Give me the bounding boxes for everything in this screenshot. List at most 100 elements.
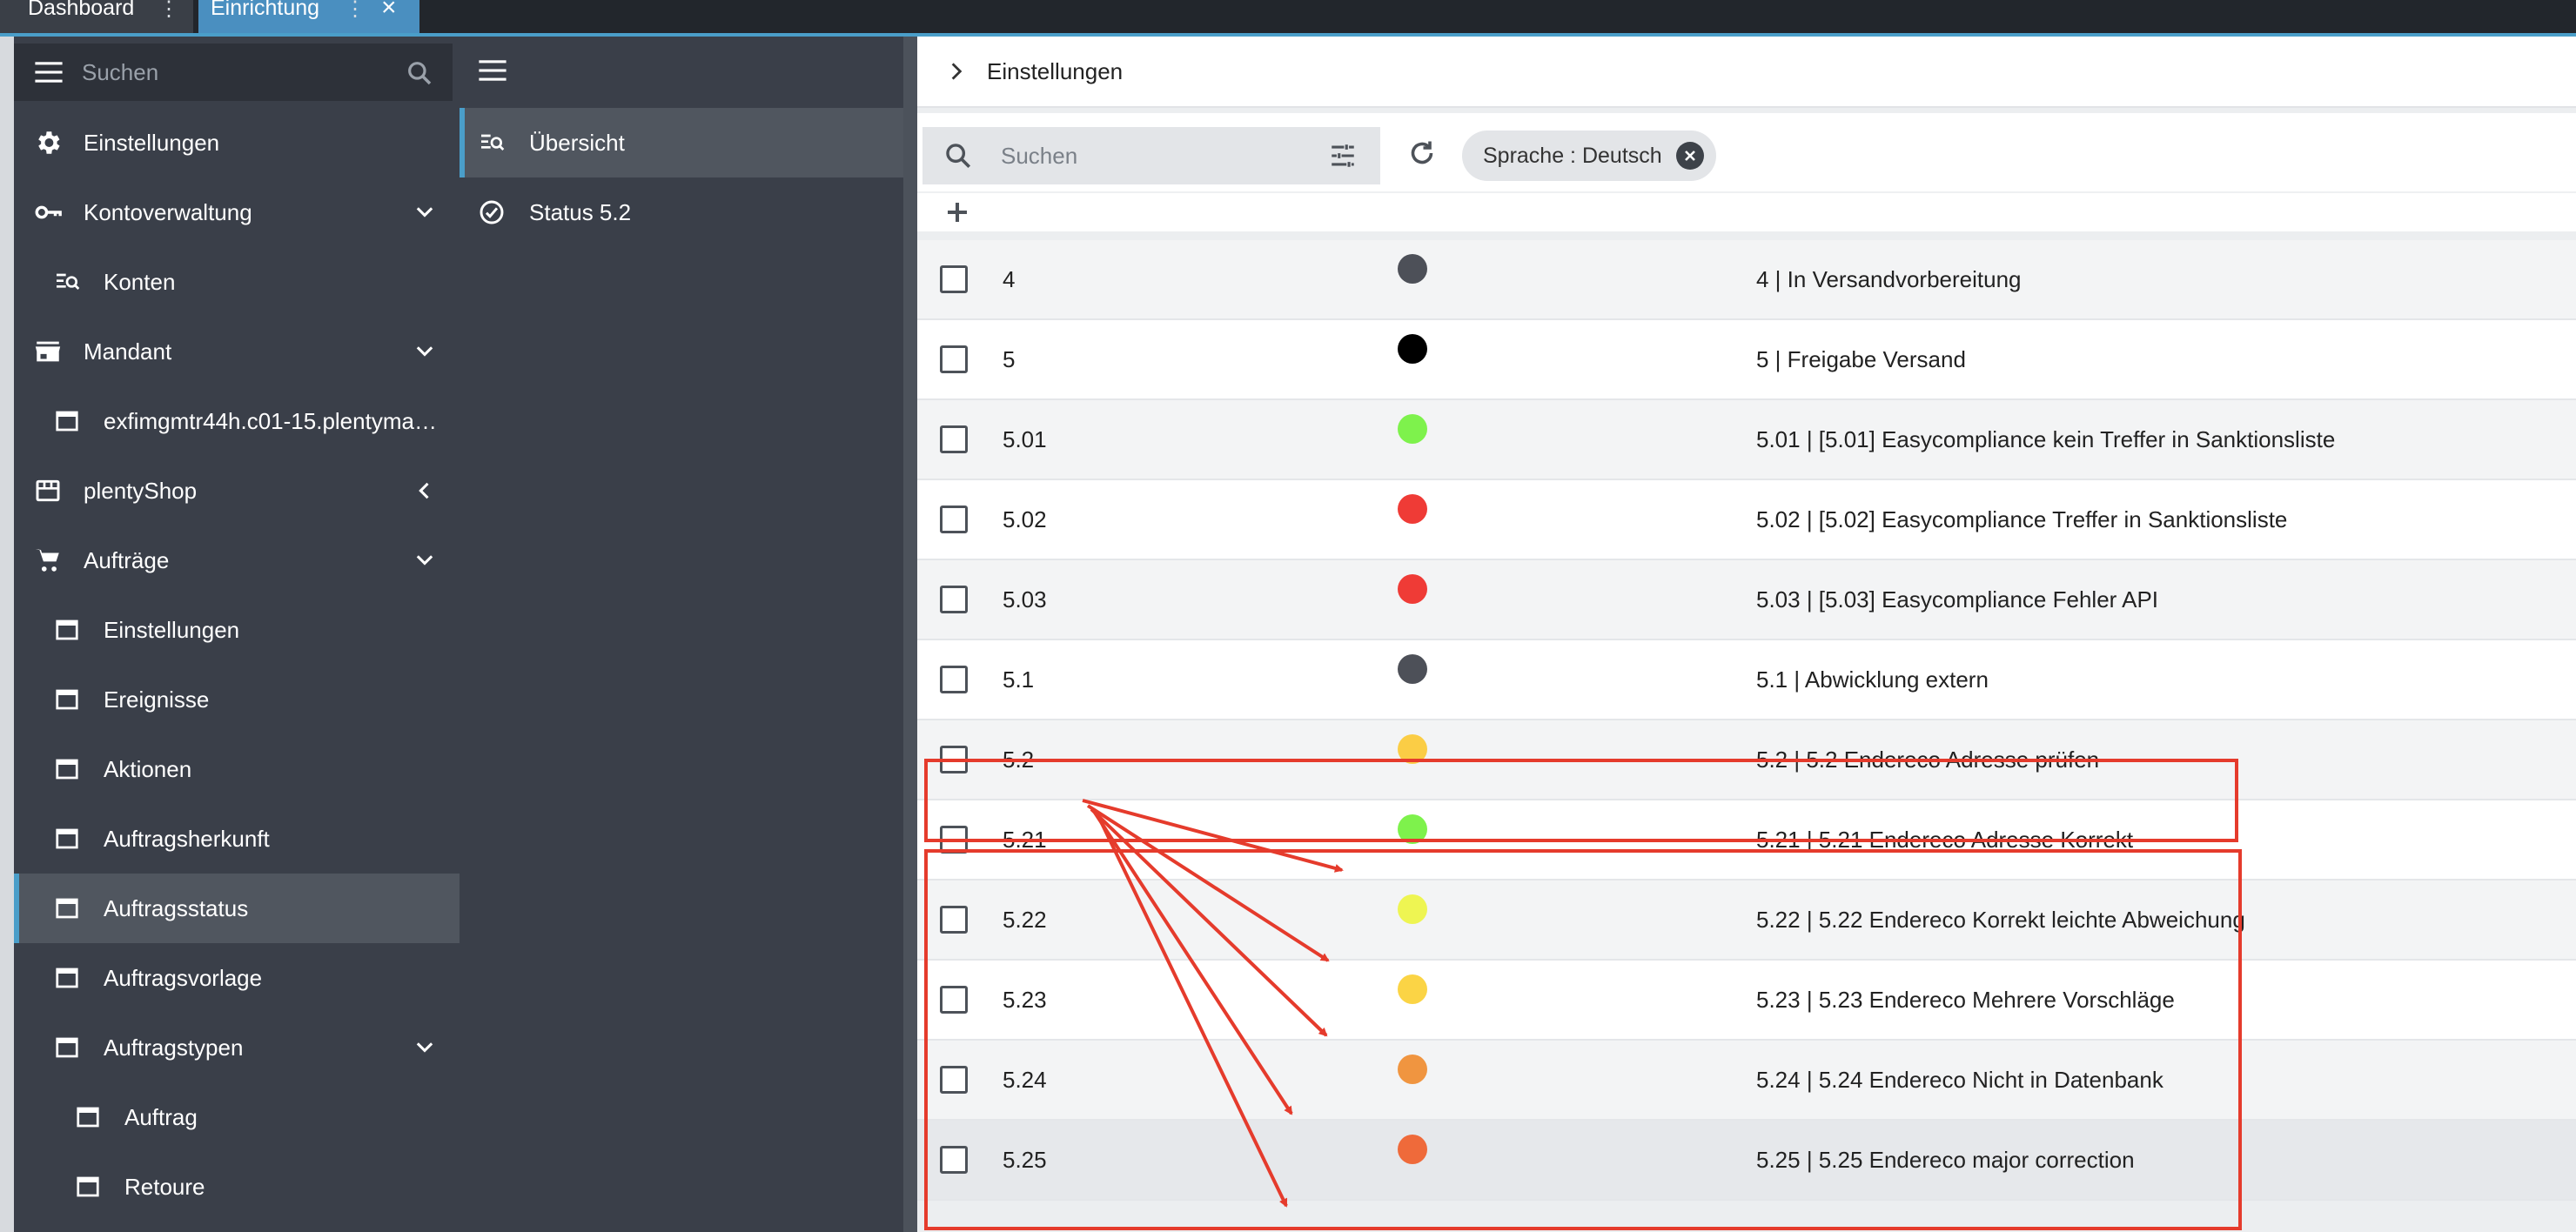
- sidebar-item-konten[interactable]: Konten: [14, 247, 460, 317]
- tab-bar: Dashboard ⋮ Einrichtung ⋮ ×: [0, 0, 2576, 35]
- sidebar-item-label: Aufträge: [84, 546, 170, 573]
- panel-divider[interactable]: [903, 37, 917, 1232]
- search-input[interactable]: Suchen: [1001, 143, 1077, 170]
- sidebar-item-label: Einstellungen: [84, 129, 220, 156]
- row-name: 5 | Freigabe Versand: [1756, 345, 1966, 372]
- sidebar-item-label: Einstellungen: [104, 616, 240, 643]
- row-name: 5.21 | 5.21 Endereco Adresse Korrekt: [1756, 826, 2134, 853]
- add-icon[interactable]: [938, 193, 976, 231]
- nav-item-status-5-2[interactable]: Status 5.2: [460, 177, 903, 247]
- row-id: 5: [1003, 345, 1016, 372]
- row-checkbox[interactable]: [940, 345, 968, 373]
- sidebar-item-auftraege-einstellungen[interactable]: Einstellungen: [14, 595, 460, 665]
- sidebar-item-client-url[interactable]: exfimgmtr44h.c01-15.plentyma…: [14, 386, 460, 456]
- status-color-dot: [1398, 1135, 1427, 1164]
- list-search-icon: [52, 267, 82, 297]
- close-circle-icon[interactable]: [1675, 142, 1704, 170]
- sidebar-item-label: exfimgmtr44h.c01-15.plentyma…: [104, 407, 437, 434]
- window-icon: [52, 894, 82, 923]
- nav-item-uebersicht[interactable]: Übersicht: [460, 108, 903, 177]
- tab-dashboard[interactable]: Dashboard ⋮: [0, 0, 193, 33]
- row-name: 5.2 | 5.2 Endereco Adresse prüfen: [1756, 746, 2100, 773]
- row-checkbox[interactable]: [940, 666, 968, 693]
- sidebar-item-label: Retoure: [124, 1173, 205, 1200]
- row-name: 5.1 | Abwicklung extern: [1756, 666, 1989, 693]
- status-color-dot: [1398, 414, 1427, 444]
- table-row[interactable]: 4 4 | In Versandvorbereitung: [917, 240, 2576, 320]
- table-row[interactable]: 5.1 5.1 | Abwicklung extern: [917, 640, 2576, 720]
- sidebar-item-label: Auftrag: [124, 1103, 198, 1130]
- row-checkbox[interactable]: [940, 425, 968, 453]
- more-vert-icon[interactable]: ⋮: [158, 0, 179, 22]
- table-row[interactable]: 5.01 5.01 | [5.01] Easycompliance kein T…: [917, 400, 2576, 480]
- refresh-button[interactable]: [1396, 127, 1448, 179]
- tab-label: Dashboard: [28, 0, 135, 20]
- row-checkbox[interactable]: [940, 906, 968, 934]
- table-row[interactable]: 5.24 5.24 | 5.24 Endereco Nicht in Daten…: [917, 1041, 2576, 1121]
- sidebar-item-auftragstypen[interactable]: Auftragstypen: [14, 1013, 460, 1082]
- table-row[interactable]: 5.21 5.21 | 5.21 Endereco Adresse Korrek…: [917, 800, 2576, 880]
- row-checkbox[interactable]: [940, 746, 968, 773]
- row-checkbox[interactable]: [940, 586, 968, 613]
- row-checkbox[interactable]: [940, 986, 968, 1014]
- search-icon[interactable]: [406, 59, 433, 87]
- filter-chip-language[interactable]: Sprache : Deutsch: [1462, 131, 1716, 181]
- sidebar-item-einstellungen[interactable]: Einstellungen: [14, 108, 460, 177]
- search-icon: [946, 144, 971, 169]
- sidebar-item-auftrag[interactable]: Auftrag: [14, 1082, 460, 1152]
- row-checkbox[interactable]: [940, 506, 968, 533]
- sidebar-search[interactable]: Suchen: [14, 44, 453, 101]
- middle-panel: Übersicht Status 5.2: [460, 37, 903, 1232]
- close-icon[interactable]: ×: [381, 0, 397, 23]
- chevron-left-icon[interactable]: [413, 479, 437, 503]
- row-checkbox[interactable]: [940, 826, 968, 854]
- menu-icon[interactable]: [479, 59, 506, 82]
- row-checkbox[interactable]: [940, 265, 968, 293]
- row-id: 5.03: [1003, 586, 1047, 613]
- row-id: 5.01: [1003, 425, 1047, 452]
- table-row[interactable]: 5.02 5.02 | [5.02] Easycompliance Treffe…: [917, 480, 2576, 560]
- chevron-down-icon[interactable]: [413, 1035, 437, 1060]
- window-icon: [52, 754, 82, 784]
- sidebar-item-label: Kontoverwaltung: [84, 198, 252, 225]
- menu-icon[interactable]: [35, 61, 63, 84]
- more-vert-icon[interactable]: ⋮: [345, 0, 366, 22]
- breadcrumb: Einstellungen: [917, 37, 2576, 108]
- row-id: 5.25: [1003, 1146, 1047, 1173]
- table-row[interactable]: 5.03 5.03 | [5.03] Easycompliance Fehler…: [917, 560, 2576, 640]
- sidebar-item-plentyshop[interactable]: plentyShop: [14, 456, 460, 526]
- table-row[interactable]: 5.25 5.25 | 5.25 Endereco major correcti…: [917, 1121, 2576, 1201]
- table-row[interactable]: 5 5 | Freigabe Versand: [917, 320, 2576, 400]
- chevron-down-icon[interactable]: [413, 548, 437, 572]
- search-field[interactable]: Suchen: [922, 127, 1380, 184]
- status-color-dot: [1398, 974, 1427, 1004]
- sidebar-item-kontoverwaltung[interactable]: Kontoverwaltung: [14, 177, 460, 247]
- sidebar-search-input[interactable]: Suchen: [82, 59, 158, 86]
- sidebar-item-label: Mandant: [84, 338, 172, 365]
- chevron-right-icon[interactable]: [945, 60, 968, 83]
- tab-einrichtung[interactable]: Einrichtung ⋮ ×: [198, 0, 419, 33]
- status-color-dot: [1398, 814, 1427, 844]
- sidebar-item-aktionen[interactable]: Aktionen: [14, 734, 460, 804]
- table-row[interactable]: 5.2 5.2 | 5.2 Endereco Adresse prüfen: [917, 720, 2576, 800]
- sidebar-item-label: Ereignisse: [104, 686, 210, 713]
- chevron-down-icon[interactable]: [413, 339, 437, 364]
- window-icon: [52, 1033, 82, 1062]
- sidebar-item-auftragsherkunft[interactable]: Auftragsherkunft: [14, 804, 460, 874]
- breadcrumb-title: Einstellungen: [987, 57, 1124, 84]
- row-id: 5.22: [1003, 906, 1047, 933]
- table-row[interactable]: 5.23 5.23 | 5.23 Endereco Mehrere Vorsch…: [917, 961, 2576, 1041]
- nav-item-label: Übersicht: [529, 129, 625, 156]
- table-row[interactable]: 5.22 5.22 | 5.22 Endereco Korrekt leicht…: [917, 880, 2576, 961]
- tab-label: Einrichtung: [211, 0, 320, 20]
- sidebar-item-auftragsstatus[interactable]: Auftragsstatus: [14, 874, 460, 943]
- sidebar-item-auftraege[interactable]: Aufträge: [14, 526, 460, 595]
- sidebar-item-ereignisse[interactable]: Ereignisse: [14, 665, 460, 734]
- sidebar-item-retoure[interactable]: Retoure: [14, 1152, 460, 1222]
- row-checkbox[interactable]: [940, 1146, 968, 1174]
- sidebar-item-mandant[interactable]: Mandant: [14, 317, 460, 386]
- chevron-down-icon[interactable]: [413, 200, 437, 224]
- row-checkbox[interactable]: [940, 1066, 968, 1094]
- sidebar-item-auftragsvorlage[interactable]: Auftragsvorlage: [14, 943, 460, 1013]
- tune-icon[interactable]: [1328, 141, 1358, 171]
